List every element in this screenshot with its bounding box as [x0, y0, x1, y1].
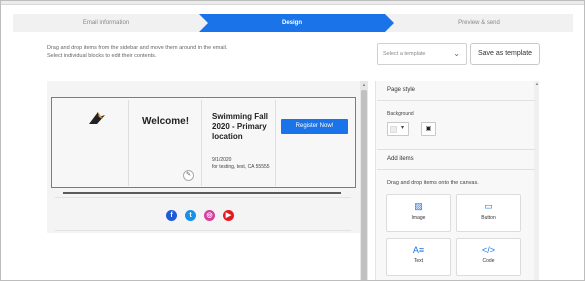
code-icon: </>	[481, 245, 495, 255]
register-button[interactable]: Register Now!	[281, 119, 348, 134]
background-label: Background	[387, 111, 414, 117]
page-style-title: Page style	[387, 87, 416, 93]
canvas-body[interactable]	[47, 233, 360, 280]
facebook-icon[interactable]: f	[166, 210, 177, 221]
text-tile[interactable]: A≡ Text	[386, 238, 451, 276]
add-items-title: Add items	[387, 156, 414, 162]
event-details: 9/1/2020 for testing, test, CA 55555	[212, 157, 274, 170]
instagram-icon[interactable]: ◎	[204, 210, 215, 221]
chevron-down-icon: ▾	[401, 125, 405, 131]
drag-hint: Drag and drop items onto the canvas.	[387, 180, 479, 186]
logo-icon	[89, 112, 105, 124]
section-divider	[377, 169, 535, 170]
youtube-icon[interactable]: ▶	[223, 210, 234, 221]
tile-label: Text	[413, 258, 424, 264]
edit-pencil-icon[interactable]: ✎	[183, 170, 194, 181]
sidebar-scrollbar[interactable]	[534, 81, 539, 280]
template-select[interactable]: Select a template ⌄	[377, 43, 467, 65]
event-location: for testing, test, CA 55555	[212, 163, 270, 170]
button-icon: ▭	[484, 201, 493, 211]
instructions-line-2: Select individual blocks to edit their c…	[47, 53, 157, 59]
app-window: Email information Design Preview & send …	[0, 0, 585, 281]
social-block[interactable]: f t ◎ ▶	[55, 197, 351, 231]
template-select-value: Select a template	[383, 51, 426, 57]
button-tile[interactable]: ▭ Button	[456, 194, 521, 232]
register-cell[interactable]: Register Now!	[276, 100, 353, 186]
canvas-scrollbar-thumb[interactable]	[361, 90, 367, 280]
scroll-up-icon[interactable]: ▲	[360, 82, 368, 87]
code-tile[interactable]: </> Code	[456, 238, 521, 276]
tile-label: Image	[411, 215, 426, 221]
section-divider	[377, 149, 535, 150]
twitter-icon[interactable]: t	[185, 210, 196, 221]
background-image-button[interactable]: ▣	[421, 122, 436, 136]
section-divider	[377, 100, 535, 101]
text-icon: A≡	[412, 245, 425, 255]
tile-label: Code	[482, 258, 495, 264]
instructions: Drag and drop items from the sidebar and…	[47, 44, 307, 60]
welcome-heading: Welcome!	[142, 116, 190, 127]
selected-header-block[interactable]: Welcome! Swimming Fall 2020 - Primary lo…	[51, 97, 356, 188]
top-bar	[1, 1, 584, 5]
sidebar-scroll-up-icon[interactable]: ▲	[534, 81, 540, 86]
chevron-down-icon: ⌄	[453, 49, 460, 58]
save-as-template-button[interactable]: Save as template	[470, 43, 540, 65]
event-cell[interactable]: Swimming Fall 2020 - Primary location 9/…	[202, 100, 276, 186]
image-tile[interactable]: ▨ Image	[386, 194, 451, 232]
divider-line[interactable]	[63, 192, 341, 194]
instructions-line-1: Drag and drop items from the sidebar and…	[47, 45, 228, 51]
progress-steps: Email information Design Preview & send	[13, 14, 573, 32]
image-icon: ▣	[425, 126, 432, 132]
image-icon: ▨	[414, 201, 423, 211]
event-title: Swimming Fall 2020 - Primary location	[212, 112, 269, 141]
background-color-picker[interactable]: ▾	[387, 122, 409, 136]
step-preview-send[interactable]: Preview & send	[385, 14, 573, 32]
step-email-information[interactable]: Email information	[13, 14, 199, 32]
step-design[interactable]: Design	[199, 14, 394, 32]
logo-cell[interactable]	[54, 100, 129, 186]
tile-label: Button	[481, 215, 496, 221]
color-swatch	[390, 126, 397, 133]
